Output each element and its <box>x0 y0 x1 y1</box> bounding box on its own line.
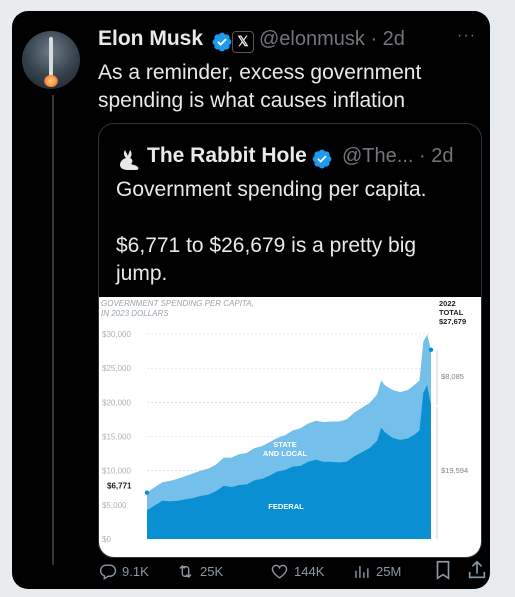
reply-button[interactable]: 9.1K <box>98 559 149 583</box>
y-tick-label: $15,000 <box>102 433 131 442</box>
state-local-2022-value: $8,085 <box>441 372 464 381</box>
author-name[interactable]: Elon Musk <box>98 27 203 51</box>
tweet-text: As a reminder, excess government spendin… <box>98 61 422 112</box>
reply-icon <box>99 563 117 580</box>
start-value-label: $6,771 <box>107 482 132 491</box>
verified-badge-icon <box>212 32 232 52</box>
y-tick-label: $5,000 <box>102 501 127 510</box>
rabbit-logo-icon <box>120 150 139 170</box>
views-count: 25M <box>376 563 402 579</box>
share-icon[interactable] <box>466 559 488 581</box>
rocket-shape <box>49 37 53 79</box>
repost-count: 25K <box>200 563 224 579</box>
y-tick-label: $20,000 <box>102 398 131 407</box>
like-button[interactable]: 144K <box>270 559 324 583</box>
quoted-handle-time[interactable]: @The... · 2d <box>342 145 453 168</box>
y-tick-label: $30,000 <box>102 330 131 339</box>
heart-icon <box>271 564 288 579</box>
thread-line <box>52 95 54 565</box>
quoted-author-name[interactable]: The Rabbit Hole <box>147 144 307 168</box>
federal-2022-value: $19,594 <box>441 466 468 475</box>
avatar[interactable] <box>22 31 80 89</box>
more-options-icon[interactable]: ··· <box>457 27 476 45</box>
total-2022-label: 2022 TOTAL $27,679 <box>439 299 466 326</box>
verified-badge-icon <box>312 149 332 169</box>
quoted-text-line2: $6,771 to $26,679 is a pretty big jump. <box>116 234 417 285</box>
like-count: 144K <box>294 563 325 579</box>
action-bar: 9.1K 25K 144K 25M <box>98 559 486 583</box>
spending-chart: $30,000 $25,000 $20,000 $15,000 $10,000 $5,00… <box>101 299 468 544</box>
bookmark-icon[interactable] <box>432 559 454 581</box>
tweet-card[interactable]: Elon Musk 𝕏 @elonmusk · 2d ··· As a remi… <box>12 11 490 589</box>
quoted-text-line1: Government spending per capita. <box>116 178 427 201</box>
y-tick-label: $10,000 <box>102 467 131 476</box>
reply-count: 9.1K <box>122 563 149 579</box>
end-point <box>428 347 434 353</box>
y-tick-label: $25,000 <box>102 364 131 373</box>
flame-shape <box>44 75 58 87</box>
start-point <box>144 490 150 495</box>
author-handle-time[interactable]: @elonmusk · 2d <box>259 28 405 51</box>
federal-label: FEDERAL <box>268 502 304 511</box>
y-tick-label: $0 <box>102 535 111 544</box>
views-button[interactable]: 25M <box>352 559 401 583</box>
chart-image[interactable]: $30,000 $25,000 $20,000 $15,000 $10,000 $5,00… <box>99 297 481 557</box>
repost-icon <box>179 564 192 578</box>
repost-button[interactable]: 25K <box>176 559 223 583</box>
x-affiliation-badge: 𝕏 <box>232 31 254 53</box>
views-icon <box>355 565 369 578</box>
chart-title: GOVERNMENT SPENDING PER CAPITA, <box>101 299 254 308</box>
quoted-tweet[interactable]: The Rabbit Hole @The... · 2d Government … <box>98 123 482 558</box>
chart-subtitle: IN 2023 DOLLARS <box>101 309 169 318</box>
